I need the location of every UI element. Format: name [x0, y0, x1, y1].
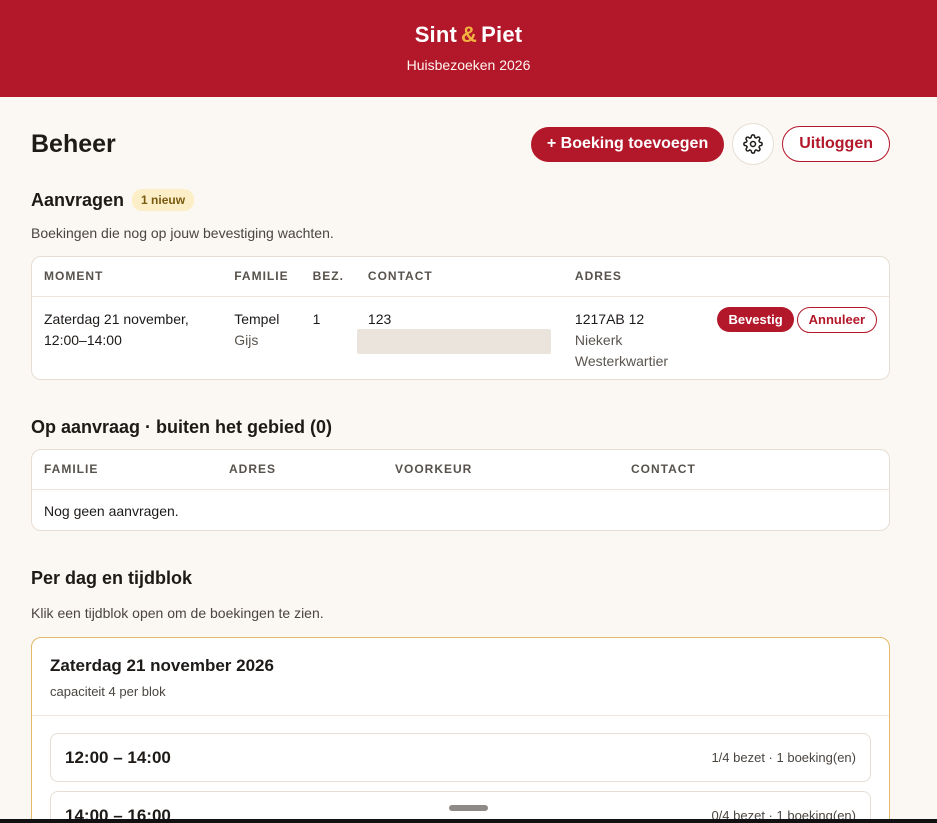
moment-time: 12:00–14:00 [44, 331, 122, 348]
app-header: Sint & Piet Huisbezoeken 2026 [0, 0, 937, 97]
outside-area-table: FAMILIE ADRES VOORKEUR CONTACT Nog geen … [32, 450, 889, 522]
brand-right: Piet [481, 22, 523, 47]
column-header-actions [705, 257, 889, 297]
requests-subtitle: Boekingen die nog op jouw bevestiging wa… [31, 225, 334, 241]
column-header-family: FAMILIE [222, 257, 301, 297]
address-municipality: Westerkwartier [574, 352, 669, 369]
column-header-moment: MOMENT [32, 257, 223, 297]
gear-icon [743, 134, 764, 154]
screen-bottom-edge [0, 819, 937, 823]
cell-actions: Bevestig Annuleer [705, 296, 889, 372]
new-requests-badge: 1 nieuw [132, 189, 195, 211]
brand-ampersand: & [461, 22, 478, 47]
page-header: Beheer + Boeking toevoegen Uitloggen [31, 123, 890, 165]
cell-visitors: 1 [312, 310, 321, 327]
empty-state-text: Nog geen aanvragen. [44, 502, 179, 519]
outside-area-title: Op aanvraag · buiten het gebied (0) [31, 417, 333, 437]
requests-title: Aanvragen 1 nieuw [31, 189, 890, 211]
cell-moment: Zaterdag 21 november, 12:00–14:00 [32, 296, 222, 372]
time-slot[interactable]: 12:00 – 14:00 1/4 bezet · 1 boeking(en) [50, 733, 871, 782]
column-header-visitors: BEZ. [300, 257, 356, 297]
add-booking-button[interactable]: + Boeking toevoegen [530, 126, 725, 162]
day-header: Zaterdag 21 november 2026 capaciteit 4 p… [32, 638, 889, 716]
column-header-contact: CONTACT [619, 450, 889, 490]
logout-button[interactable]: Uitloggen [782, 126, 890, 162]
table-row: Zaterdag 21 november, 12:00–14:00 Tempel… [32, 296, 889, 372]
day-capacity: capaciteit 4 per blok [50, 684, 166, 699]
redacted-contact-email [356, 328, 551, 354]
column-header-contact: CONTACT [355, 257, 563, 297]
column-header-address: ADRES [217, 450, 383, 490]
address-city: Niekerk [574, 331, 623, 348]
outside-area-table-card: FAMILIE ADRES VOORKEUR CONTACT Nog geen … [31, 449, 890, 531]
table-row: Nog geen aanvragen. [32, 489, 889, 522]
cell-family: Tempel Gijs [222, 296, 300, 372]
column-header-address: ADRES [562, 257, 706, 297]
column-header-preference: VOORKEUR [383, 450, 619, 490]
column-header-family: FAMILIE [32, 450, 217, 490]
header-tagline: Huisbezoeken 2026 [406, 57, 531, 73]
table-header-row: MOMENT FAMILIE BEZ. CONTACT ADRES [32, 257, 889, 297]
cancel-button[interactable]: Annuleer [796, 306, 877, 333]
brand-left: Sint [414, 22, 458, 47]
day-title: Zaterdag 21 november 2026 [50, 656, 274, 675]
requests-title-text: Aanvragen [31, 189, 125, 210]
cell-contact: 123 [356, 296, 563, 372]
outside-area-section: Op aanvraag · buiten het gebied (0) FAMI… [31, 417, 890, 531]
family-first-name: Gijs [234, 331, 259, 348]
contact-phone: 123 [367, 310, 392, 327]
per-day-title: Per dag en tijdblok [31, 568, 193, 588]
slot-occupancy: 1/4 bezet · 1 boeking(en) [711, 750, 856, 765]
slot-time: 12:00 – 14:00 [65, 747, 171, 767]
family-name: Tempel [234, 310, 280, 327]
page-title: Beheer [31, 129, 116, 158]
header-actions: + Boeking toevoegen Uitloggen [530, 123, 890, 165]
requests-table-card: MOMENT FAMILIE BEZ. CONTACT ADRES Zaterd… [31, 256, 890, 380]
per-day-subtitle: Klik een tijdblok open om de boekingen t… [31, 605, 324, 621]
day-card: Zaterdag 21 november 2026 capaciteit 4 p… [31, 637, 890, 823]
moment-date: Zaterdag 21 november, [44, 310, 189, 327]
confirm-button[interactable]: Bevestig [717, 307, 794, 332]
requests-table: MOMENT FAMILIE BEZ. CONTACT ADRES Zaterd… [32, 257, 889, 372]
requests-section: Aanvragen 1 nieuw Boekingen die nog op j… [31, 189, 890, 380]
scroll-handle[interactable] [449, 805, 488, 811]
settings-button[interactable] [732, 123, 775, 165]
address-postcode: 1217AB 12 [574, 310, 645, 327]
brand-logo: Sint & Piet [0, 22, 937, 48]
table-header-row: FAMILIE ADRES VOORKEUR CONTACT [32, 450, 889, 490]
per-day-section: Per dag en tijdblok Klik een tijdblok op… [31, 568, 890, 823]
main-content: Beheer + Boeking toevoegen Uitloggen Aan… [0, 123, 937, 823]
cell-address: 1217AB 12 Niekerk Westerkwartier [563, 296, 706, 372]
